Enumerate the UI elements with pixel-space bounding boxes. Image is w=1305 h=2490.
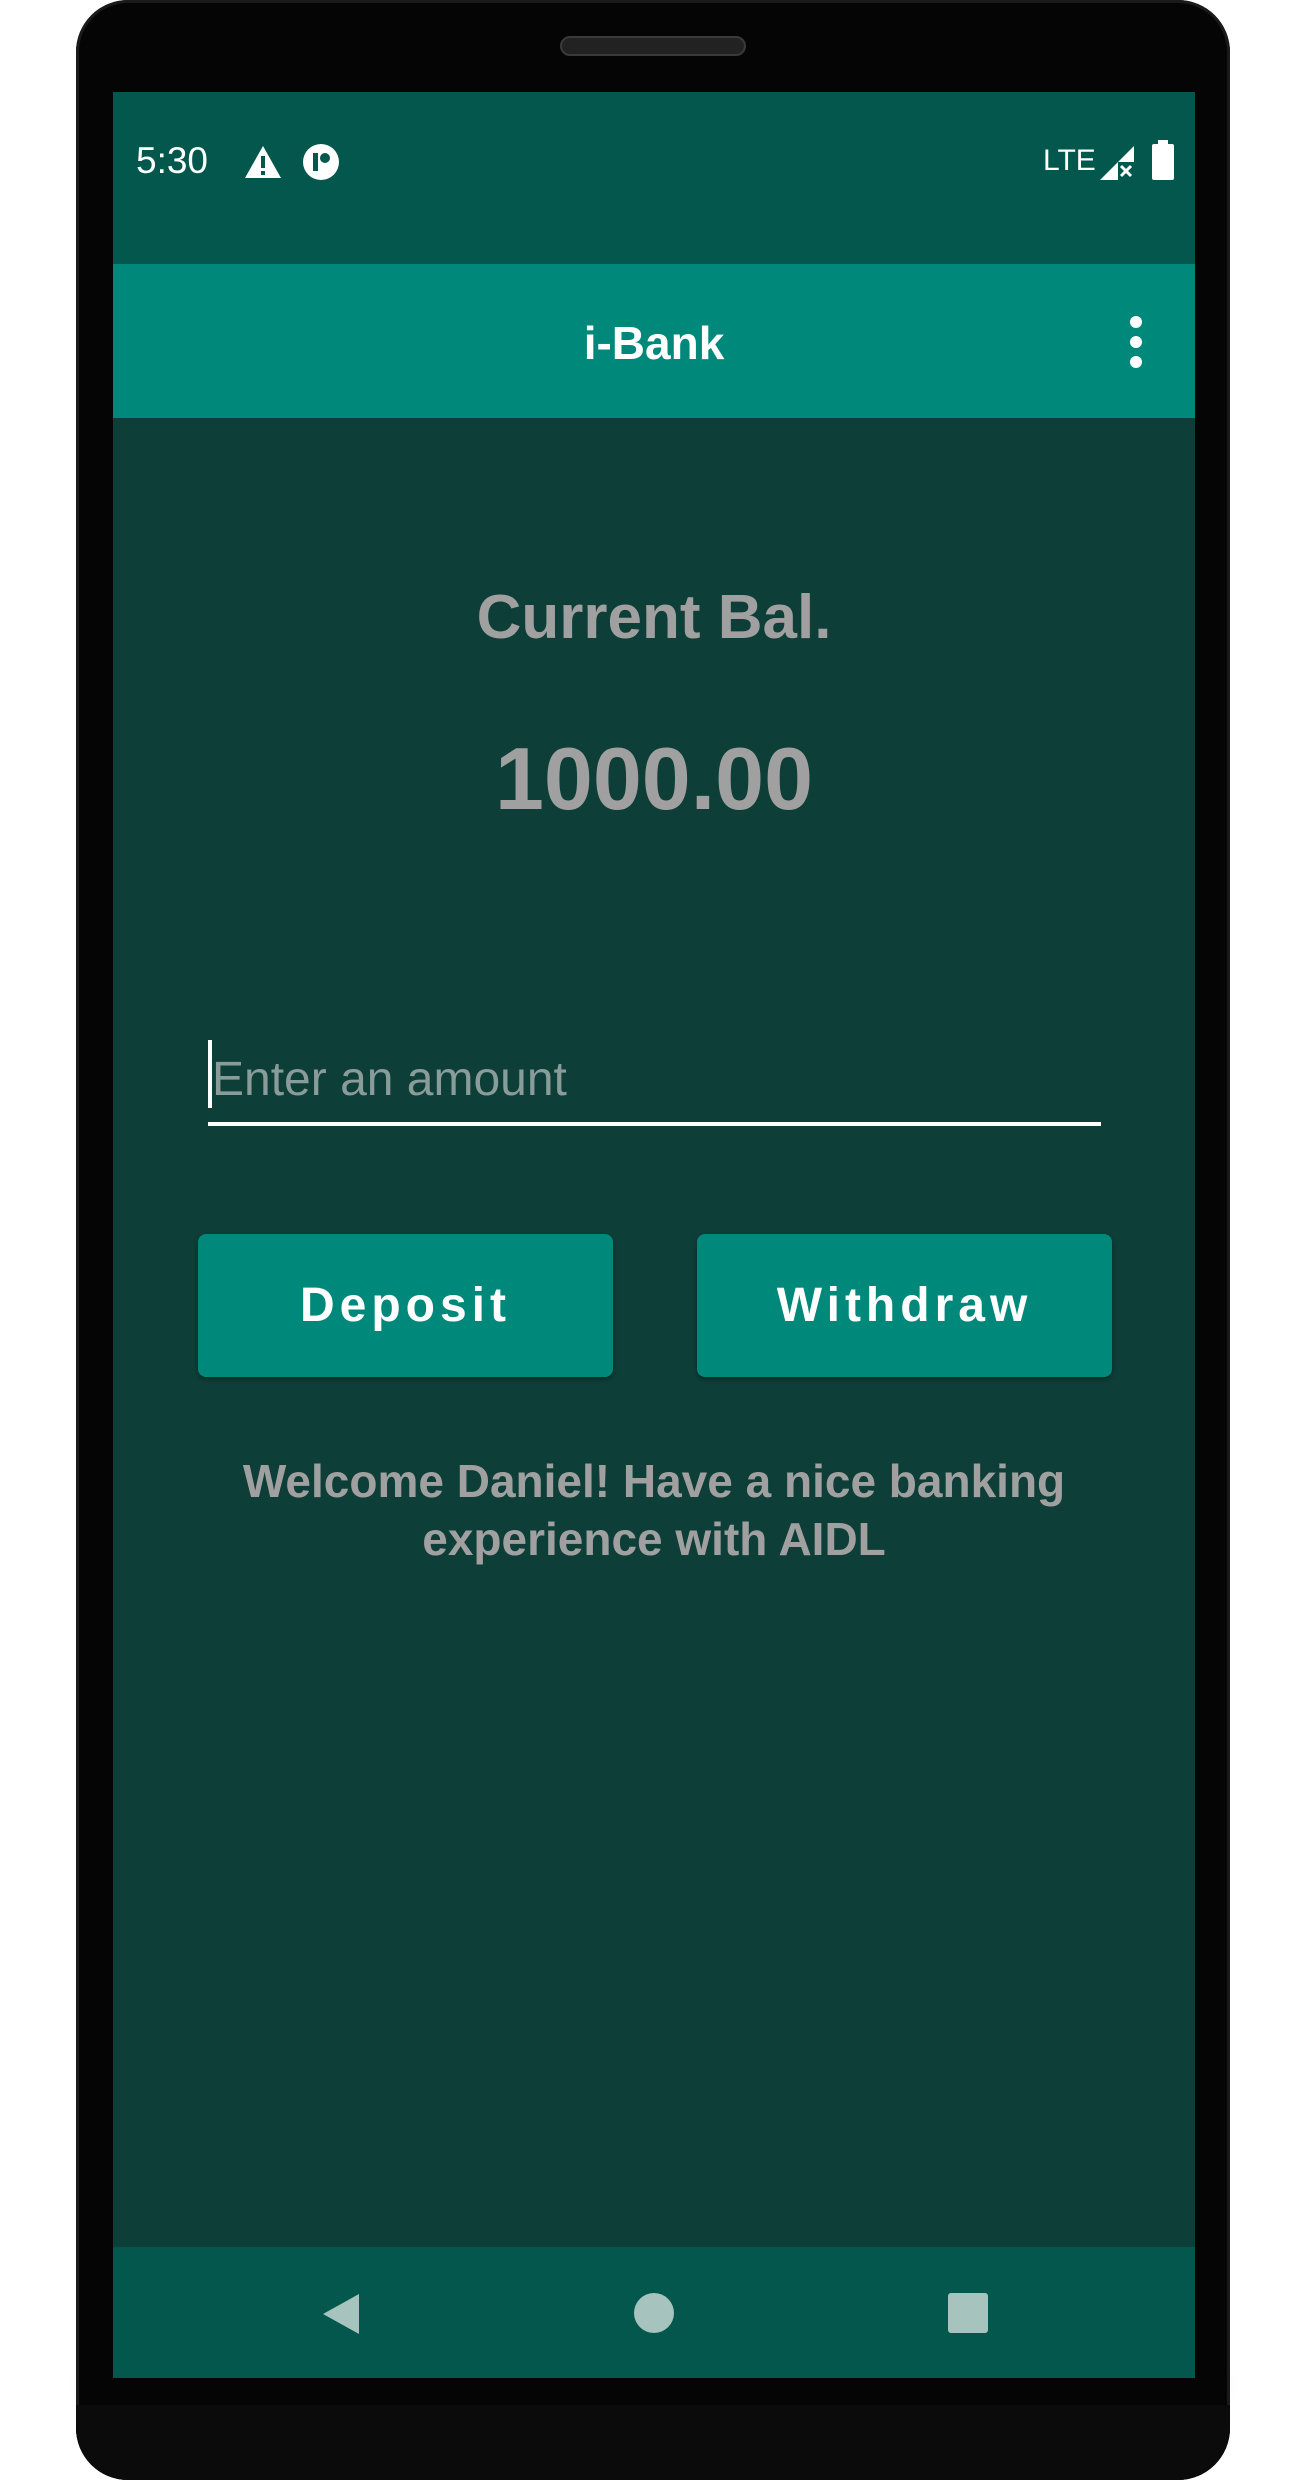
deposit-button[interactable]: Deposit [198,1234,613,1377]
sync-icon [301,142,341,182]
amount-input[interactable] [208,1036,1101,1126]
phone-frame: 5:30 LTE i-Bank Current Bal. 1000.00 Ent… [76,0,1230,2480]
text-cursor [208,1040,212,1108]
phone-bottom-bezel [76,2405,1230,2480]
recents-icon[interactable] [947,2292,989,2334]
battery-icon [1151,140,1175,180]
warning-icon [243,144,283,180]
network-type: LTE [1043,144,1096,177]
welcome-message: Welcome Daniel! Have a nice banking expe… [242,1455,1066,1565]
back-icon[interactable] [321,2292,361,2336]
app-screen: 5:30 LTE i-Bank Current Bal. 1000.00 Ent… [113,92,1195,2378]
device-stage: 5:30 LTE i-Bank Current Bal. 1000.00 Ent… [0,0,1305,2490]
balance-value: 1000.00 [494,729,814,828]
status-time: 5:30 [136,140,209,181]
earpiece-speaker [560,36,746,56]
navigation-bar [113,2247,1195,2378]
more-vert-icon[interactable] [1121,314,1151,370]
status-bar: 5:30 LTE [113,92,1195,264]
signal-no-service-icon [1098,144,1136,182]
balance-label: Current Bal. [476,583,832,652]
withdraw-button[interactable]: Withdraw [697,1234,1112,1377]
app-bar: i-Bank [113,264,1195,418]
app-title: i-Bank [583,317,725,369]
home-icon[interactable] [633,2292,675,2334]
